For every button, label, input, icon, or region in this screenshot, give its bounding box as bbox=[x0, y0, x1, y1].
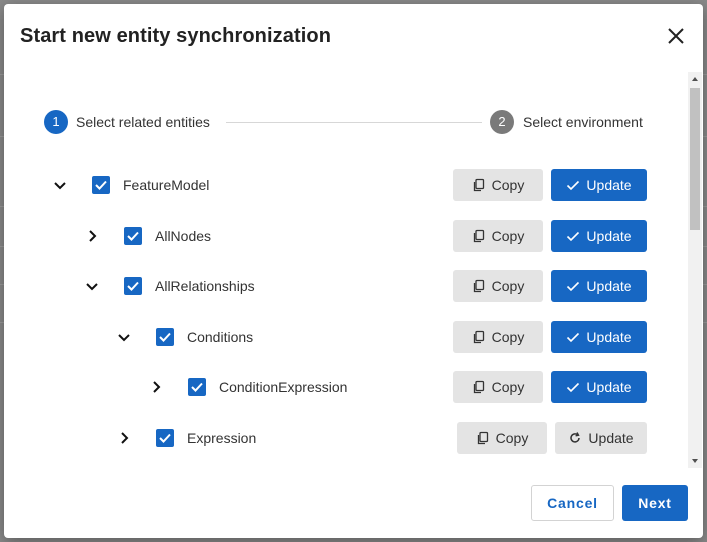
copy-button[interactable]: Copy bbox=[453, 371, 543, 403]
update-label: Update bbox=[586, 329, 632, 345]
chevron-down-icon[interactable] bbox=[84, 278, 100, 294]
row-label: AllNodes bbox=[155, 228, 212, 244]
copy-label: Copy bbox=[491, 228, 525, 244]
copy-label: Copy bbox=[491, 177, 525, 193]
copy-label: Copy bbox=[491, 278, 525, 294]
update-button[interactable]: Update bbox=[551, 371, 647, 403]
update-button[interactable]: Update bbox=[551, 270, 647, 302]
step-1-label: Select related entities bbox=[76, 114, 210, 130]
update-label: Update bbox=[586, 278, 632, 294]
copy-icon bbox=[472, 380, 486, 394]
dialog-title: Start new entity synchronization bbox=[20, 25, 332, 47]
copy-button[interactable]: Copy bbox=[453, 220, 543, 252]
copy-label: Copy bbox=[491, 379, 525, 395]
update-button[interactable]: Update bbox=[555, 422, 647, 454]
tree-row: ConditionExpression Copy Update bbox=[4, 371, 703, 403]
row-label: Conditions bbox=[187, 329, 254, 345]
stepper: 1 Select related entities 2 Select envir… bbox=[44, 110, 648, 134]
update-label: Update bbox=[588, 430, 634, 446]
cancel-button[interactable]: Cancel bbox=[531, 485, 614, 521]
row-checkbox[interactable] bbox=[156, 429, 174, 447]
check-icon bbox=[566, 178, 580, 192]
check-icon bbox=[566, 229, 580, 243]
next-button[interactable]: Next bbox=[622, 485, 688, 521]
tree-row: Conditions Copy Update bbox=[4, 321, 703, 353]
step-1-indicator: 1 bbox=[44, 110, 68, 134]
chevron-down-icon[interactable] bbox=[52, 177, 68, 193]
row-label: ConditionExpression bbox=[219, 379, 348, 395]
close-icon bbox=[668, 28, 684, 44]
copy-icon bbox=[472, 178, 486, 192]
chevron-right-icon[interactable] bbox=[148, 379, 164, 395]
update-button[interactable]: Update bbox=[551, 220, 647, 252]
copy-label: Copy bbox=[495, 430, 529, 446]
step-2-label: Select environment bbox=[523, 114, 643, 130]
row-checkbox[interactable] bbox=[92, 176, 110, 194]
row-label: FeatureModel bbox=[123, 177, 210, 193]
sync-dialog: Start new entity synchronization 1 Selec… bbox=[4, 4, 703, 538]
tree-row: FeatureModel Copy Update bbox=[4, 169, 703, 201]
copy-button[interactable]: Copy bbox=[453, 169, 543, 201]
row-checkbox[interactable] bbox=[124, 227, 142, 245]
step-2-indicator: 2 bbox=[490, 110, 514, 134]
update-label: Update bbox=[586, 379, 632, 395]
copy-icon bbox=[476, 431, 490, 445]
copy-button[interactable]: Copy bbox=[453, 321, 543, 353]
refresh-icon bbox=[568, 431, 582, 445]
close-button[interactable] bbox=[664, 24, 688, 48]
chevron-right-icon[interactable] bbox=[116, 430, 132, 446]
step-connector bbox=[226, 122, 482, 123]
chevron-right-icon[interactable] bbox=[84, 228, 100, 244]
row-checkbox[interactable] bbox=[124, 277, 142, 295]
check-icon bbox=[566, 279, 580, 293]
copy-button[interactable]: Copy bbox=[457, 422, 547, 454]
scrollbar-thumb[interactable] bbox=[690, 88, 700, 230]
copy-icon bbox=[472, 330, 486, 344]
row-checkbox[interactable] bbox=[156, 328, 174, 346]
row-checkbox[interactable] bbox=[188, 378, 206, 396]
scrollbar[interactable] bbox=[688, 72, 702, 468]
update-label: Update bbox=[586, 177, 632, 193]
tree-row: AllNodes Copy Update bbox=[4, 220, 703, 252]
chevron-down-icon[interactable] bbox=[116, 329, 132, 345]
update-label: Update bbox=[586, 228, 632, 244]
scroll-down-arrow[interactable] bbox=[692, 459, 698, 463]
copy-label: Copy bbox=[491, 329, 525, 345]
tree-row: Expression Copy Update bbox=[4, 422, 703, 454]
copy-icon bbox=[472, 229, 486, 243]
tree-row: AllRelationships Copy Update bbox=[4, 270, 703, 302]
row-label: Expression bbox=[187, 430, 257, 446]
copy-icon bbox=[472, 279, 486, 293]
update-button[interactable]: Update bbox=[551, 321, 647, 353]
check-icon bbox=[566, 380, 580, 394]
row-label: AllRelationships bbox=[155, 278, 255, 294]
copy-button[interactable]: Copy bbox=[453, 270, 543, 302]
check-icon bbox=[566, 330, 580, 344]
scroll-up-arrow[interactable] bbox=[692, 77, 698, 81]
update-button[interactable]: Update bbox=[551, 169, 647, 201]
